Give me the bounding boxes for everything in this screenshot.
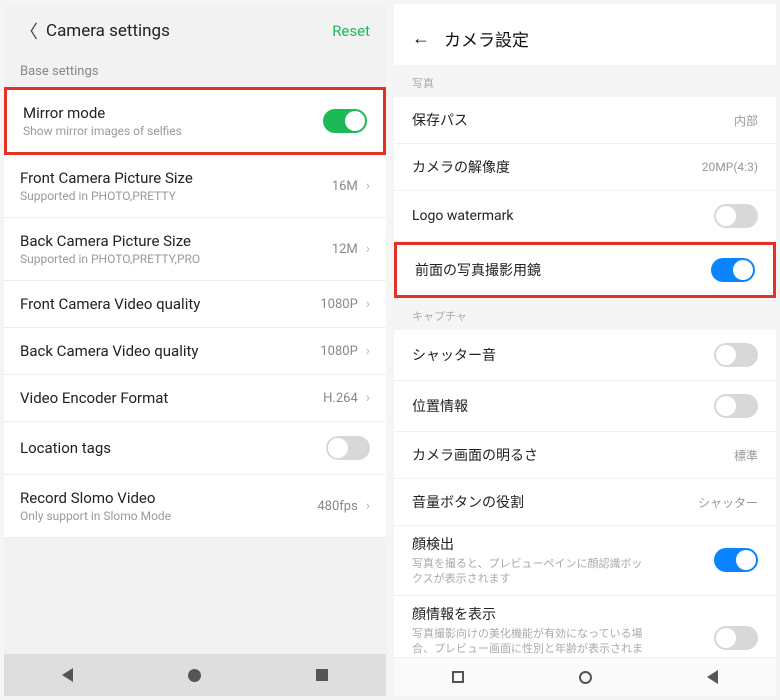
row-title: 保存パス (412, 110, 468, 130)
row-value: 1080P (320, 297, 357, 312)
toggle-location[interactable] (714, 394, 758, 418)
section-capture: キャプチャ (394, 298, 776, 330)
row-back-picture-size[interactable]: Back Camera Picture Size Supported in PH… (4, 218, 386, 281)
row-sub: 写真を撮ると、プレビューペインに顔認識ボックスが表示されます (412, 556, 652, 587)
row-value: 内部 (734, 112, 758, 129)
toggle-location-tags[interactable] (326, 436, 370, 460)
row-front-picture-size[interactable]: Front Camera Picture Size Supported in P… (4, 155, 386, 218)
row-back-video-quality[interactable]: Back Camera Video quality 1080P › (4, 328, 386, 375)
row-sub: Supported in PHOTO,PRETTY (20, 189, 332, 203)
nav-recent-icon[interactable] (452, 671, 464, 683)
row-title: 顔検出 (412, 534, 714, 554)
row-record-slomo[interactable]: Record Slomo Video Only support in Slomo… (4, 475, 386, 538)
row-title: Video Encoder Format (20, 389, 323, 407)
reset-button[interactable]: Reset (332, 22, 370, 40)
row-volume-button[interactable]: 音量ボタンの役割 シャッター (394, 479, 776, 526)
chevron-right-icon: › (366, 178, 370, 194)
header-right: ← カメラ設定 (394, 4, 776, 65)
row-title: Mirror mode (23, 104, 323, 122)
row-title: カメラ画面の明るさ (412, 445, 538, 465)
row-brightness[interactable]: カメラ画面の明るさ 標準 (394, 432, 776, 479)
android-nav-bar (4, 654, 386, 696)
nav-recent-icon[interactable] (316, 669, 328, 681)
row-title: 前面の写真撮影用鏡 (415, 260, 541, 280)
row-value: 20MP(4:3) (702, 160, 758, 174)
toggle-mirror-mode[interactable] (323, 109, 367, 133)
nav-back-icon[interactable] (707, 670, 718, 684)
row-title: Front Camera Video quality (20, 295, 320, 313)
toggle-shutter-sound[interactable] (714, 343, 758, 367)
row-value: 1080P (320, 344, 357, 359)
phone-left: 〈 Camera settings Reset Base settings Mi… (4, 4, 386, 696)
row-camera-resolution[interactable]: カメラの解像度 20MP(4:3) (394, 144, 776, 191)
row-sub: 写真撮影向けの美化機能が有効になっている場合、プレビュー画面に性別と年齢が表示さ… (412, 626, 652, 657)
row-title: 顔情報を表示 (412, 604, 714, 624)
row-location-tags[interactable]: Location tags (4, 422, 386, 475)
row-sub: Only support in Slomo Mode (20, 509, 317, 523)
page-title: カメラ設定 (444, 26, 529, 51)
chevron-right-icon: › (366, 498, 370, 514)
row-title: Front Camera Picture Size (20, 169, 332, 187)
chevron-right-icon: › (366, 241, 370, 257)
nav-back-icon[interactable] (62, 668, 73, 682)
back-arrow-icon[interactable]: ← (412, 28, 430, 49)
row-value: 480fps (317, 499, 357, 514)
row-title: Record Slomo Video (20, 489, 317, 507)
row-location[interactable]: 位置情報 (394, 381, 776, 432)
header-left: 〈 Camera settings Reset (4, 4, 386, 54)
chevron-right-icon: › (366, 343, 370, 359)
row-save-path[interactable]: 保存パス 内部 (394, 97, 776, 144)
row-title: Back Camera Picture Size (20, 232, 332, 250)
row-title: Location tags (20, 439, 326, 457)
row-face-detect[interactable]: 顔検出 写真を撮ると、プレビューペインに顔認識ボックスが表示されます (394, 526, 776, 596)
row-title: Logo watermark (412, 208, 513, 224)
row-title: 位置情報 (412, 396, 468, 416)
row-title: 音量ボタンの役割 (412, 492, 524, 512)
row-video-encoder[interactable]: Video Encoder Format H.264 › (4, 375, 386, 422)
section-label: Base settings (4, 54, 386, 87)
row-title: シャッター音 (412, 345, 496, 365)
row-sub: Show mirror images of selfies (23, 124, 323, 138)
row-front-mirror[interactable]: 前面の写真撮影用鏡 (394, 242, 776, 298)
row-sub: Supported in PHOTO,PRETTY,PRO (20, 252, 332, 266)
row-title: Back Camera Video quality (20, 342, 320, 360)
nav-home-icon[interactable] (188, 669, 201, 682)
toggle-face-detect[interactable] (714, 548, 758, 572)
android-nav-bar (394, 657, 776, 696)
chevron-right-icon: › (366, 296, 370, 312)
row-front-video-quality[interactable]: Front Camera Video quality 1080P › (4, 281, 386, 328)
nav-home-icon[interactable] (579, 671, 592, 684)
row-logo-watermark[interactable]: Logo watermark (394, 191, 776, 242)
back-icon[interactable]: 〈 (20, 18, 38, 44)
section-photo: 写真 (394, 65, 776, 97)
toggle-logo-watermark[interactable] (714, 204, 758, 228)
row-face-info-display[interactable]: 顔情報を表示 写真撮影向けの美化機能が有効になっている場合、プレビュー画面に性別… (394, 596, 776, 657)
row-mirror-mode[interactable]: Mirror mode Show mirror images of selfie… (4, 87, 386, 155)
row-value: 標準 (734, 447, 758, 464)
phone-right: ← カメラ設定 写真 保存パス 内部 カメラの解像度 20MP(4:3) Log… (394, 4, 776, 696)
row-value: 12M (332, 242, 358, 257)
row-title: カメラの解像度 (412, 157, 510, 177)
row-value: 16M (332, 179, 358, 194)
row-shutter-sound[interactable]: シャッター音 (394, 330, 776, 381)
chevron-right-icon: › (366, 390, 370, 406)
row-value: シャッター (698, 494, 758, 511)
row-value: H.264 (323, 391, 358, 406)
toggle-face-info-display[interactable] (714, 626, 758, 650)
page-title: Camera settings (46, 21, 170, 41)
toggle-front-mirror[interactable] (711, 258, 755, 282)
